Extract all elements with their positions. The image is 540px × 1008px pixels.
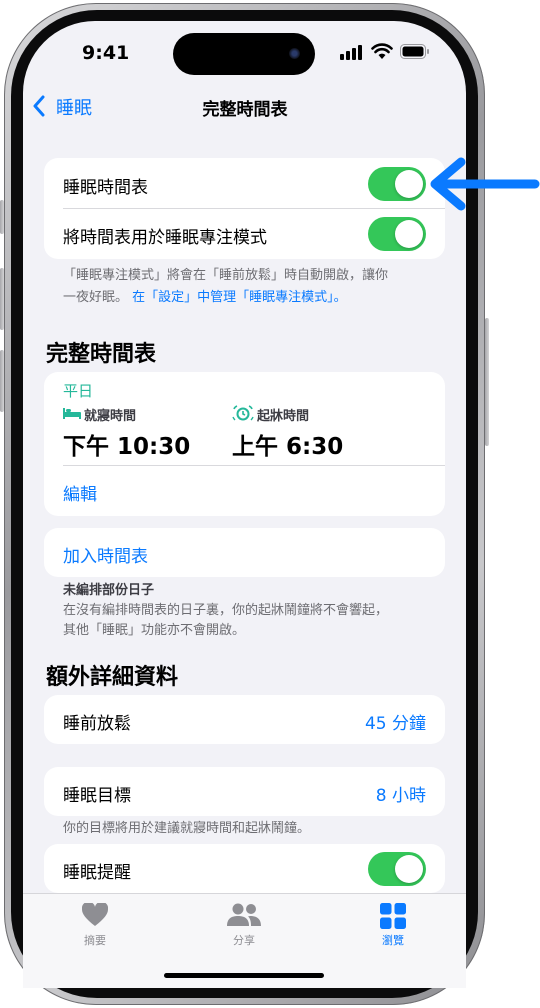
tab-sharing-label: 分享 [233, 934, 255, 947]
bedtime-label: 就寢時間 [84, 409, 137, 424]
wind-down-value: 45 分鐘 [364, 714, 426, 734]
focus-schedule-toggle[interactable] [368, 217, 426, 251]
bed-icon [63, 408, 81, 419]
unscheduled-line2: 其他「睡眠」功能亦不會開啟。 [63, 623, 246, 638]
volume-up-button [0, 268, 4, 330]
edit-button[interactable]: 編輯 [63, 480, 97, 505]
focus-note-line1: 「睡眠專注模式」將會在「睡前放鬆」時自動開啟，讓你 [63, 268, 389, 283]
wake-label: 起牀時間 [257, 409, 310, 424]
bedtime-value: 下午 10:30 [63, 434, 191, 460]
battery-icon [400, 44, 429, 59]
tab-browse-label: 瀏覽 [382, 934, 404, 947]
schedule-days: 平日 [63, 382, 94, 400]
tab-summary[interactable]: 摘要 [55, 900, 135, 950]
reminder-toggle[interactable] [368, 852, 426, 886]
action-button [0, 200, 4, 234]
heart-icon [82, 903, 108, 926]
chevron-left-icon [33, 95, 45, 117]
sleep-goal-label: 睡眠目標 [63, 786, 131, 806]
unscheduled-title: 未編排部份日子 [63, 583, 155, 598]
details-title: 額外詳細資料 [46, 665, 179, 690]
focus-schedule-label: 將時間表用於睡眠專注模式 [63, 228, 267, 248]
reminder-label: 睡眠提醒 [63, 863, 131, 883]
goal-note: 你的目標將用於建議就寢時間和起牀鬧鐘。 [63, 821, 311, 836]
divider [63, 465, 445, 466]
home-indicator [164, 973, 324, 978]
grid-icon [380, 903, 406, 929]
divider [63, 208, 445, 209]
sleep-schedule-label: 睡眠時間表 [63, 178, 148, 198]
back-label: 睡眠 [56, 98, 92, 119]
alarm-icon [232, 405, 254, 421]
wind-down-label: 睡前放鬆 [63, 714, 131, 734]
sleep-schedule-toggle[interactable] [368, 167, 426, 201]
full-schedule-title: 完整時間表 [46, 342, 157, 367]
signal-icon [340, 45, 362, 60]
wake-value: 上午 6:30 [232, 434, 344, 460]
people-icon [227, 903, 261, 926]
sleep-goal-value: 8 小時 [375, 786, 426, 806]
focus-note-line2: 一夜好眠。 在「設定」中管理「睡眠專注模式」。 [63, 287, 347, 309]
tab-browse[interactable]: 瀏覽 [353, 900, 433, 950]
page-title: 完整時間表 [202, 100, 288, 120]
volume-down-button [0, 350, 4, 412]
add-schedule-button[interactable]: 加入時間表 [63, 542, 148, 567]
front-camera [289, 48, 300, 59]
wifi-icon [371, 43, 393, 59]
unscheduled-line1: 在沒有編排時間表的日子裏，你的起牀鬧鐘將不會響起， [63, 603, 389, 618]
back-button[interactable]: 睡眠 [32, 92, 102, 120]
power-button [485, 318, 489, 446]
highlight-arrow [430, 157, 540, 211]
status-time: 9:41 [82, 42, 130, 64]
tab-sharing[interactable]: 分享 [204, 900, 284, 950]
focus-note-text: 一夜好眠。 [63, 290, 129, 305]
tab-summary-label: 摘要 [84, 934, 106, 947]
focus-settings-link[interactable]: 在「設定」中管理「睡眠專注模式」。 [132, 290, 347, 305]
